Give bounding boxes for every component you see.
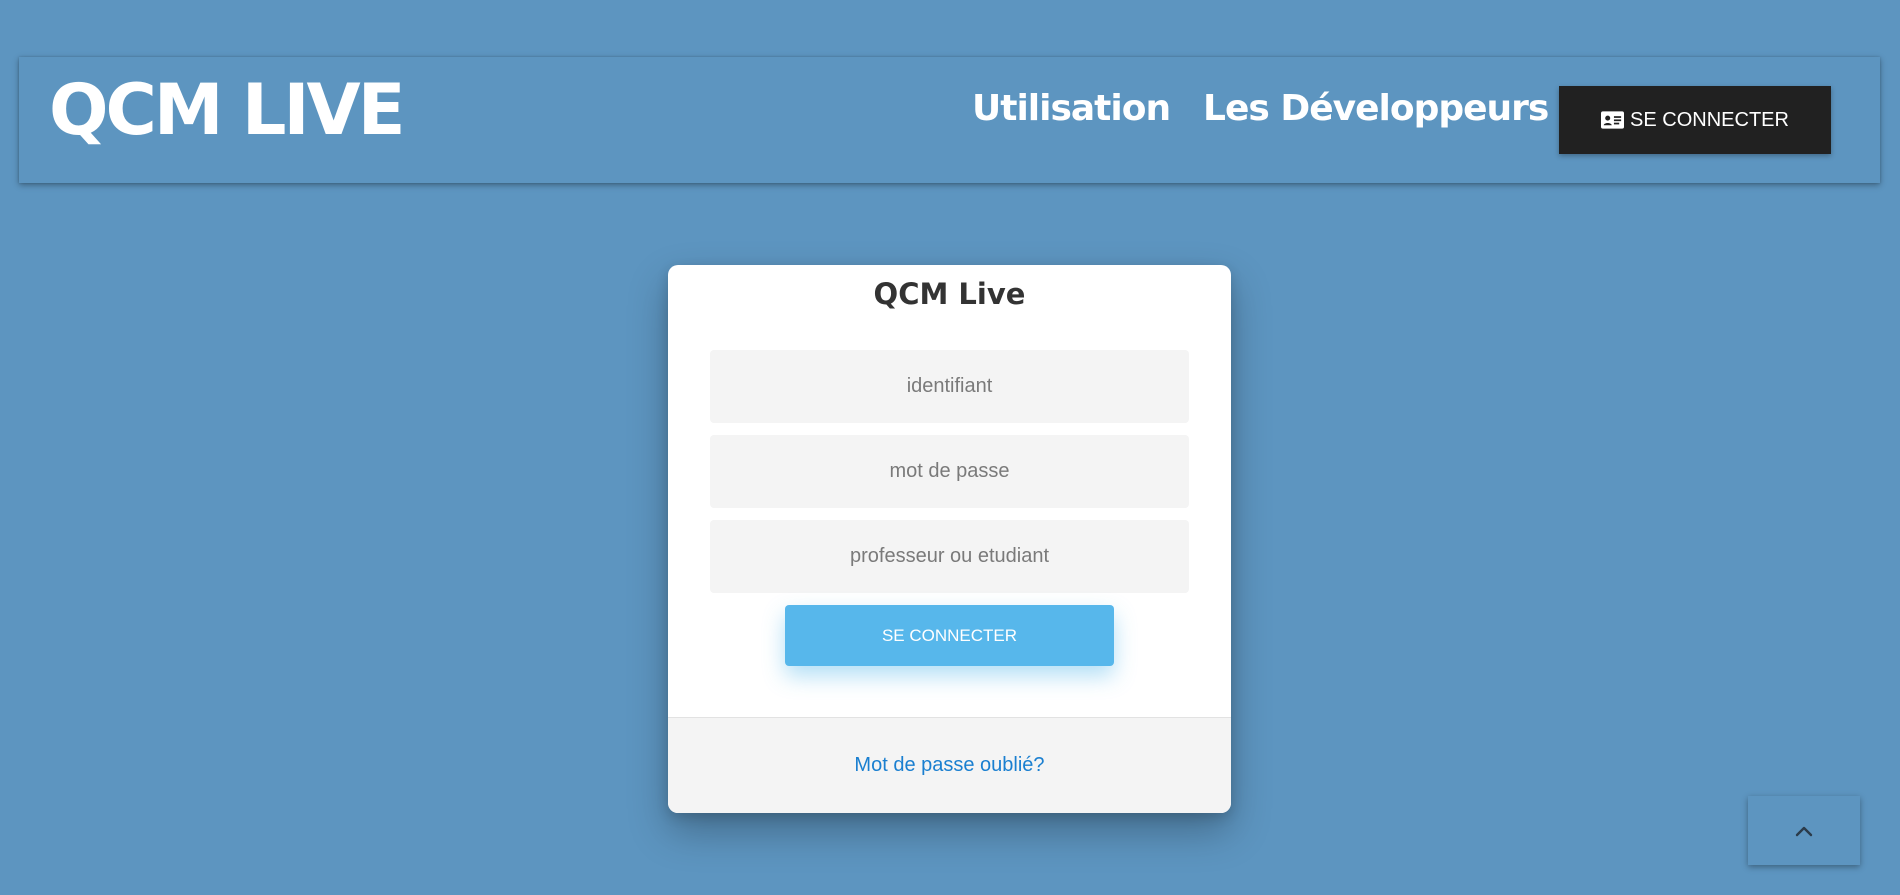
back-to-top-button[interactable] (1748, 796, 1860, 865)
submit-login-button[interactable]: SE CONNECTER (785, 605, 1114, 666)
id-card-icon (1601, 111, 1625, 129)
header-login-label: SE CONNECTER (1630, 108, 1789, 131)
site-brand[interactable]: QCM LIVE (49, 75, 406, 145)
nav-link-developers[interactable]: Les Développeurs (1203, 89, 1549, 129)
login-card-title: QCM Live (873, 277, 1026, 311)
top-navbar: QCM LIVE Utilisation Les Développeurs SE… (19, 57, 1880, 183)
forgot-password-link[interactable]: Mot de passe oublié? (854, 754, 1044, 777)
role-input[interactable] (710, 520, 1189, 593)
nav-link-utilisation[interactable]: Utilisation (972, 89, 1171, 129)
login-card: QCM Live SE CONNECTER Mot de passe oubli… (668, 265, 1231, 813)
chevron-up-icon (1795, 826, 1813, 836)
identifier-input[interactable] (710, 350, 1189, 423)
password-input[interactable] (710, 435, 1189, 508)
login-card-footer: Mot de passe oublié? (668, 717, 1231, 813)
header-login-button[interactable]: SE CONNECTER (1559, 86, 1831, 154)
